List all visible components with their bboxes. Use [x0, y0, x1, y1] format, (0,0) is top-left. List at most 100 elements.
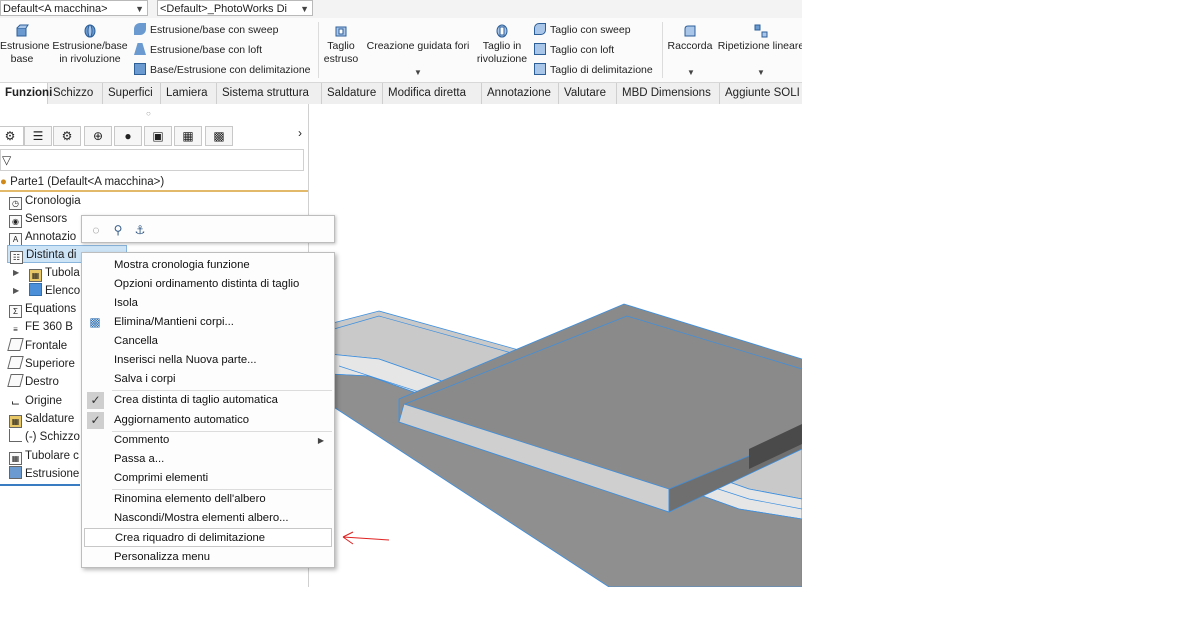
chevron-right-icon[interactable]: ▶ [13, 268, 19, 277]
extrude-icon [16, 24, 29, 37]
tab-mbd-dimensions[interactable]: MBD Dimensions [617, 83, 720, 104]
extruded-boss-button[interactable]: Estrusione base [0, 24, 50, 66]
swept-boss-button[interactable]: Estrusione/base con sweep [134, 23, 278, 37]
tab-sistema-struttura[interactable]: Sistema struttura [217, 83, 322, 104]
tree-item-schizzo[interactable]: (-) Schizzo [9, 428, 80, 446]
checkmark-icon: ✓ [87, 412, 104, 429]
dimxpert-tab-icon[interactable]: ⊕ [84, 126, 112, 146]
lofted-boss-button[interactable]: Estrusione/base con loft [134, 43, 262, 57]
configuration-combo[interactable]: Default<A macchina> ▼ [0, 0, 148, 16]
display-manager-tab-icon[interactable]: ● [114, 126, 142, 146]
panel-grip-icon[interactable]: ○ [146, 109, 151, 118]
rollback-bar[interactable] [0, 484, 80, 486]
configuration-combo-value: Default<A macchina> [3, 3, 108, 15]
lofted-cut-button[interactable]: Taglio con loft [534, 43, 614, 57]
cam-tab-icon[interactable]: ▣ [144, 126, 172, 146]
tree-item-saldature[interactable]: ▦ Saldature [9, 410, 74, 428]
tree-item-label: Saldature [25, 413, 75, 425]
menu-item-nascondi-mostra[interactable]: Nascondi/Mostra elementi albero... [84, 509, 332, 528]
menu-item-crea-riquadro-delimitazione[interactable]: Crea riquadro di delimitazione [84, 528, 332, 547]
extruded-cut-button[interactable]: Taglio estruso [320, 24, 362, 66]
menu-item-isola[interactable]: Isola [84, 294, 332, 313]
chevron-down-icon[interactable]: ▼ [414, 68, 422, 77]
tree-item-frontale[interactable]: Frontale [7, 337, 67, 355]
tab-superfici[interactable]: Superfici [103, 83, 161, 104]
tree-item-destro[interactable]: Destro [7, 373, 59, 391]
zoom-to-selection-icon[interactable]: ⚲ [110, 222, 126, 238]
hide-icon[interactable]: ◌ [88, 222, 104, 238]
lofted-cut-label: Taglio con loft [550, 44, 615, 56]
tree-item-cronologia[interactable]: ◷ Cronologia [9, 192, 81, 210]
hole-wizard-button[interactable]: Creazione guidata fori [365, 24, 471, 53]
menu-item-rinomina-elemento[interactable]: Rinomina elemento dell'albero [84, 490, 332, 509]
boundary-cut-button[interactable]: Taglio di delimitazione [534, 63, 653, 77]
chevron-right-icon[interactable]: › [298, 126, 302, 140]
tab-aggiunte[interactable]: Aggiunte SOLI [720, 83, 802, 104]
tree-item-equations[interactable]: Σ Equations [9, 300, 76, 318]
tree-item-sensors[interactable]: ◉ Sensors [9, 210, 67, 228]
menu-item-inserisci-nuova-parte[interactable]: Inserisci nella Nuova parte... [84, 351, 332, 370]
menu-item-aggiornamento-automatico[interactable]: ✓ Aggiornamento automatico [84, 411, 332, 430]
menu-item-elimina-mantieni[interactable]: ▩ Elimina/Mantieni corpi... [84, 313, 332, 332]
display-state-combo[interactable]: <Default>_PhotoWorks Di ▼ [157, 0, 313, 16]
swept-cut-button[interactable]: Taglio con sweep [534, 23, 631, 37]
menu-item-salva-corpi[interactable]: Salva i corpi [84, 370, 332, 389]
tree-root-part[interactable]: ● Parte1 (Default<A macchina>) [0, 174, 308, 192]
normal-to-icon[interactable]: ⚓ [132, 222, 148, 238]
tree-item-estrusione[interactable]: Estrusione [9, 465, 79, 483]
boundary-cut-label: Taglio di delimitazione [550, 64, 653, 76]
plane-icon [7, 338, 24, 351]
graphics-area[interactable] [309, 104, 802, 587]
linear-pattern-icon [754, 24, 768, 38]
menu-item-cancella[interactable]: Cancella [84, 332, 332, 351]
tab-funzioni[interactable]: Funzioni [0, 83, 52, 104]
boundary-cut-icon [534, 63, 546, 75]
menu-item-crea-distinta-automatica[interactable]: ✓ Crea distinta di taglio automatica [84, 391, 332, 410]
tree-item-material[interactable]: ≡ FE 360 B [9, 318, 73, 336]
command-tabs: Funzioni Schizzo Superfici Lamiera Siste… [0, 82, 802, 105]
lofted-boss-label: Estrusione/base con loft [150, 44, 263, 56]
tab-modifica-diretta[interactable]: Modifica diretta [383, 83, 482, 104]
tab-saldature[interactable]: Saldature [322, 83, 383, 104]
menu-item-comprimi-elementi[interactable]: Comprimi elementi [84, 469, 332, 488]
menu-item-label: Aggiornamento automatico [114, 414, 250, 426]
menu-item-mostra-cronologia[interactable]: Mostra cronologia funzione [84, 256, 332, 275]
menu-item-commento[interactable]: Commento ▶ [84, 431, 332, 450]
boundary-boss-button[interactable]: Base/Estrusione con delimitazione [134, 63, 311, 77]
tab-valutare[interactable]: Valutare [559, 83, 617, 104]
tree-item-tubolare-c[interactable]: ▦ Tubolare c [9, 447, 79, 465]
fillet-icon [684, 25, 696, 37]
menu-item-passa-a[interactable]: Passa a... [84, 450, 332, 469]
chevron-down-icon[interactable]: ▼ [687, 68, 695, 77]
tree-item-tubolare[interactable]: ▦ Tubola [29, 264, 80, 282]
tree-item-origine[interactable]: ⌙ Origine [9, 392, 62, 410]
revolved-cut-button[interactable]: Taglio in rivoluzione [474, 24, 530, 66]
property-manager-tab-icon[interactable]: ☰ [24, 126, 52, 146]
tree-item-elenco[interactable]: Elenco [29, 282, 80, 300]
configuration-manager-tab-icon[interactable]: ⚙ [53, 126, 81, 146]
tab-schizzo[interactable]: Schizzo [48, 83, 103, 104]
history-icon: ◷ [9, 197, 22, 210]
tree-filter[interactable]: ▽ [0, 149, 304, 171]
tab-lamiera[interactable]: Lamiera [161, 83, 217, 104]
chevron-down-icon: ▼ [300, 4, 309, 14]
menu-item-personalizza-menu[interactable]: Personalizza menu [84, 548, 332, 567]
tree-item-label: Equations [25, 303, 77, 315]
context-toolbar: ◌ ⚲ ⚓ [81, 215, 335, 243]
part-icon: ● [0, 176, 7, 188]
fillet-button[interactable]: Raccorda [664, 24, 716, 53]
tree-item-superiore[interactable]: Superiore [7, 355, 75, 373]
tree-item-annotazioni[interactable]: A Annotazio [9, 228, 76, 246]
chevron-right-icon[interactable]: ▶ [13, 286, 19, 295]
extrude-icon [9, 466, 22, 479]
menu-item-opzioni-ordinamento[interactable]: Opzioni ordinamento distinta di taglio [84, 275, 332, 294]
chevron-down-icon[interactable]: ▼ [757, 68, 765, 77]
swept-boss-label: Estrusione/base con sweep [150, 24, 279, 36]
tree-item-label: Origine [25, 395, 63, 407]
photoview-tab-icon[interactable]: ▦ [174, 126, 202, 146]
feature-manager-tab-icon[interactable]: ⚙ [0, 126, 24, 146]
sheet-tab-icon[interactable]: ▩ [205, 126, 233, 146]
revolved-boss-button[interactable]: Estrusione/base in rivoluzione [52, 24, 128, 66]
linear-pattern-button[interactable]: Ripetizione lineare [716, 24, 802, 53]
tab-annotazione[interactable]: Annotazione [482, 83, 559, 104]
